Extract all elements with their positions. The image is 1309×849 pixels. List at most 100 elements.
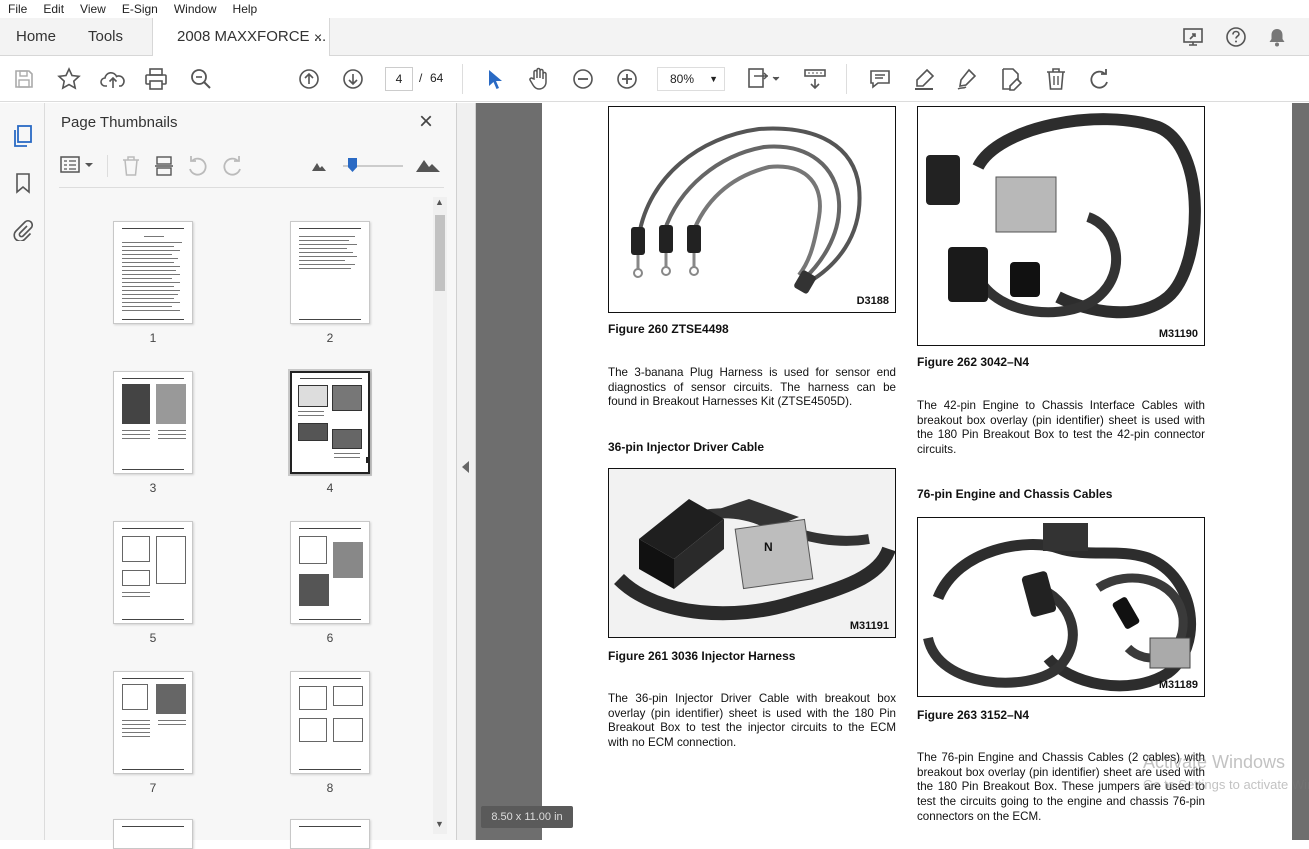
attachments-paperclip-icon[interactable] xyxy=(10,217,36,243)
zoom-level-value: 80% xyxy=(670,72,695,86)
previous-page-icon[interactable] xyxy=(297,67,321,91)
activate-windows-subtext: Go to Settings to activate Windows. xyxy=(1143,777,1309,792)
thumbnail-page-4-selected[interactable] xyxy=(290,371,370,474)
thumbnail-label: 5 xyxy=(149,631,157,645)
figure-263-caption: Figure 263 3152–N4 xyxy=(917,708,1030,722)
menu-view[interactable]: View xyxy=(72,2,114,16)
help-icon[interactable] xyxy=(1225,26,1247,48)
thumbnail-large-mountain-icon[interactable] xyxy=(415,156,441,174)
tab-document[interactable]: 2008 MAXXFORCE ... × xyxy=(152,18,330,57)
thumbnail-page-2[interactable] xyxy=(290,221,370,324)
page-number-input[interactable]: 4 xyxy=(385,67,413,91)
thumbnail-label: 6 xyxy=(326,631,334,645)
slider-handle[interactable] xyxy=(348,158,357,172)
figure-262-image: M31190 xyxy=(917,106,1205,346)
figure-id: D3188 xyxy=(856,295,889,307)
scrollbar-thumb[interactable] xyxy=(435,215,445,291)
zoom-level-select[interactable]: 80% ▼ xyxy=(657,67,725,91)
scroll-mode-icon[interactable] xyxy=(803,67,827,91)
engine-chassis-interface-cable-illustration xyxy=(926,113,1201,319)
thumbnail-page-6[interactable] xyxy=(290,521,370,624)
menu-bar: File Edit View E-Sign Window Help xyxy=(0,0,1309,18)
menu-help[interactable]: Help xyxy=(225,2,266,16)
heading-36-pin-injector: 36-pin Injector Driver Cable xyxy=(608,440,765,454)
left-navigation-rail xyxy=(0,103,45,840)
paragraph-42-pin: The 42-pin Engine to Chassis Interface C… xyxy=(917,399,1205,457)
tab-document-title: 2008 MAXXFORCE ... xyxy=(177,28,327,45)
collapse-arrow-icon[interactable] xyxy=(462,461,469,473)
delete-pages-icon[interactable] xyxy=(120,154,142,178)
scroll-up-icon[interactable]: ▲ xyxy=(435,197,444,207)
menu-file[interactable]: File xyxy=(0,2,35,16)
thumbnail-page-1[interactable] xyxy=(113,221,193,324)
zoom-out-icon[interactable] xyxy=(571,67,595,91)
figure-261-caption: Figure 261 3036 Injector Harness xyxy=(608,649,796,663)
menu-window[interactable]: Window xyxy=(166,2,225,16)
print-icon[interactable] xyxy=(144,67,168,91)
banana-plug-harness-illustration xyxy=(631,126,862,294)
save-icon[interactable] xyxy=(13,68,35,90)
thumbnail-page-10[interactable] xyxy=(290,819,370,849)
fit-page-icon[interactable] xyxy=(745,66,783,92)
figure-id: M31190 xyxy=(1158,328,1198,340)
rotate-counterclockwise-icon[interactable] xyxy=(187,154,209,178)
thumbnail-page-7[interactable] xyxy=(113,671,193,774)
page-thumbnails-panel: Page Thumbnails × 1 2 3 4 5 6 7 8 ▲ ▼ xyxy=(45,103,457,849)
tab-close-icon[interactable]: × xyxy=(314,18,322,56)
thumbnail-small-mountain-icon[interactable] xyxy=(311,158,327,174)
hand-tool-icon[interactable] xyxy=(527,67,551,91)
figure-id: M31189 xyxy=(1158,679,1198,691)
delete-trash-icon[interactable] xyxy=(1044,67,1068,91)
page-total: 64 xyxy=(430,71,444,85)
tab-home[interactable]: Home xyxy=(16,18,56,56)
rotate-clockwise-icon[interactable] xyxy=(221,154,243,178)
page-thumbnails-icon[interactable] xyxy=(10,123,36,149)
select-cursor-icon[interactable] xyxy=(484,67,506,91)
extract-pages-icon[interactable] xyxy=(153,154,175,178)
menu-esign[interactable]: E-Sign xyxy=(114,2,166,16)
divider xyxy=(59,187,444,188)
thumbnail-label: 3 xyxy=(149,481,157,495)
notification-bell-icon[interactable] xyxy=(1266,26,1288,48)
document-scroll-gutter[interactable] xyxy=(1292,103,1309,840)
tab-bar: Home Tools 2008 MAXXFORCE ... × xyxy=(0,18,1309,57)
draw-sign-icon[interactable] xyxy=(955,67,979,91)
thumbnail-options-icon[interactable] xyxy=(59,154,95,176)
paragraph-banana-plug: The 3-banana Plug Harness is used for se… xyxy=(608,366,896,409)
thumbnail-page-8[interactable] xyxy=(290,671,370,774)
scroll-down-icon[interactable]: ▼ xyxy=(435,819,444,829)
thumbnail-page-5[interactable] xyxy=(113,521,193,624)
panel-collapse-strip[interactable] xyxy=(457,103,476,840)
main-toolbar: 4 / 64 80% ▼ xyxy=(0,56,1309,102)
bookmarks-icon[interactable] xyxy=(10,170,36,196)
thumbnail-label: 7 xyxy=(149,781,157,795)
tab-tools[interactable]: Tools xyxy=(88,18,123,56)
share-screen-icon[interactable] xyxy=(1182,26,1206,48)
highlight-pen-icon[interactable] xyxy=(912,67,936,91)
toolbar-divider xyxy=(462,64,463,94)
panel-close-icon[interactable]: × xyxy=(419,108,433,136)
figure-262-caption: Figure 262 3042–N4 xyxy=(917,355,1030,369)
zoom-search-icon[interactable] xyxy=(189,67,213,91)
bookmark-star-icon[interactable] xyxy=(57,67,81,91)
figure-263-image: M31189 xyxy=(917,517,1205,697)
panel-toolbar xyxy=(45,143,457,189)
comment-icon[interactable] xyxy=(868,67,892,91)
menu-edit[interactable]: Edit xyxy=(35,2,72,16)
figure-261-image: N M31191 xyxy=(608,468,896,638)
zoom-in-icon[interactable] xyxy=(615,67,639,91)
edit-pdf-icon[interactable] xyxy=(999,67,1023,91)
thumbnail-page-9[interactable] xyxy=(113,819,193,849)
next-page-icon[interactable] xyxy=(341,67,365,91)
thumbnail-label: 1 xyxy=(149,331,157,345)
chevron-down-icon: ▼ xyxy=(709,74,718,84)
divider xyxy=(107,155,108,177)
thumbnail-label: 2 xyxy=(326,331,334,345)
upload-cloud-icon[interactable] xyxy=(100,67,126,91)
rotate-icon[interactable] xyxy=(1087,67,1111,91)
thumbnail-scrollbar[interactable]: ▲ ▼ xyxy=(433,197,447,834)
toolbar-divider xyxy=(846,64,847,94)
thumbnail-page-3[interactable] xyxy=(113,371,193,474)
figure-260-caption: Figure 260 ZTSE4498 xyxy=(608,322,729,336)
svg-text:N: N xyxy=(764,540,773,554)
